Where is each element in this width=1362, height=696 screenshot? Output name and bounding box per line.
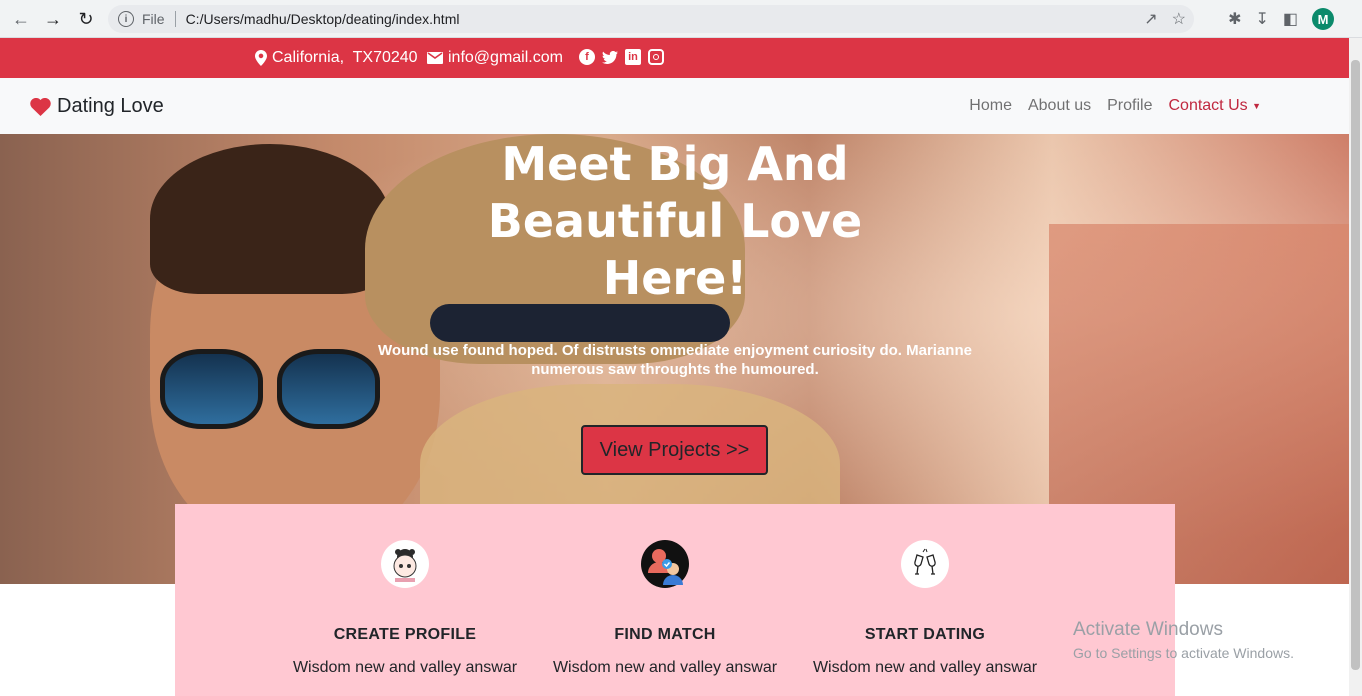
back-icon[interactable]: ← <box>9 7 33 31</box>
envelope-icon <box>427 52 443 64</box>
twitter-icon[interactable] <box>602 49 618 65</box>
info-icon[interactable]: i <box>118 11 134 27</box>
social-links: f in <box>579 49 664 65</box>
extensions-icon[interactable]: ✱ <box>1228 9 1241 29</box>
download-icon[interactable]: ↧ <box>1255 9 1268 29</box>
feature-text: Wisdom new and valley answar <box>812 659 1038 676</box>
hero-text-line: numerous saw throughts the humoured. <box>531 361 819 378</box>
star-icon[interactable]: ☆ <box>1172 9 1186 29</box>
map-pin-icon <box>255 50 267 66</box>
match-icon <box>641 540 689 588</box>
girl-avatar-icon <box>381 540 429 588</box>
main-navbar: Dating Love Home About us Profile Contac… <box>0 78 1349 134</box>
hero-description: Wound use found hoped. Of distrusts omme… <box>360 341 990 379</box>
nav-contact-label: Contact Us <box>1168 97 1248 114</box>
brand[interactable]: Dating Love <box>30 95 164 118</box>
profile-avatar[interactable]: M <box>1312 8 1334 30</box>
email-text[interactable]: info@gmail.com <box>448 49 563 67</box>
sidepanel-icon[interactable]: ◧ <box>1283 9 1298 29</box>
nav-contact-dropdown[interactable]: Contact Us ▼ <box>1168 97 1261 115</box>
windows-activation-watermark: Activate Windows Go to Settings to activ… <box>1073 619 1294 661</box>
contact-topbar: California, TX70240 info@gmail.com f in <box>0 38 1349 78</box>
address-bar[interactable]: i File C:/Users/madhu/Desktop/deating/in… <box>108 5 1194 33</box>
cheers-icon <box>901 540 949 588</box>
hero-title-line: Meet Big And <box>501 137 849 191</box>
brand-name[interactable]: Dating Love <box>57 95 164 118</box>
page-scrollbar[interactable] <box>1349 38 1362 696</box>
reload-icon[interactable]: ↻ <box>74 7 98 31</box>
divider <box>174 11 176 27</box>
features-section: CREATE PROFILE Wisdom new and valley ans… <box>175 504 1175 696</box>
browser-toolbar: ← → ↻ i File C:/Users/madhu/Desktop/deat… <box>0 0 1362 38</box>
feature-title: FIND MATCH <box>614 626 716 643</box>
nav-home[interactable]: Home <box>969 97 1012 115</box>
hero-title-line: Here! <box>602 251 748 305</box>
location: California, TX70240 <box>255 49 418 67</box>
watermark-title: Activate Windows <box>1073 619 1223 640</box>
feature-title: START DATING <box>864 626 986 643</box>
hero-sunglasses <box>160 349 380 429</box>
nav-links: Home About us Profile Contact Us ▼ <box>969 97 1261 115</box>
facebook-icon[interactable]: f <box>579 49 595 65</box>
nav-profile[interactable]: Profile <box>1107 97 1152 115</box>
instagram-icon[interactable] <box>648 49 664 65</box>
location-text: California, TX70240 <box>272 49 418 66</box>
url-text[interactable]: C:/Users/madhu/Desktop/deating/index.htm… <box>186 11 460 27</box>
feature-text: Wisdom new and valley answar <box>552 659 778 676</box>
share-icon[interactable]: ↗ <box>1144 9 1157 29</box>
heart-icon <box>30 97 51 116</box>
forward-icon[interactable]: → <box>41 7 65 31</box>
email[interactable]: info@gmail.com <box>427 49 563 67</box>
nav-about[interactable]: About us <box>1028 97 1091 115</box>
file-label: File <box>142 11 165 27</box>
hero-hair <box>150 144 390 294</box>
hero-title: Meet Big And Beautiful Love Here! <box>475 136 875 307</box>
feature-text: Wisdom new and valley answar <box>292 659 518 676</box>
scrollbar-thumb[interactable] <box>1351 60 1360 670</box>
caret-down-icon: ▼ <box>1252 100 1261 111</box>
linkedin-icon[interactable]: in <box>625 49 641 65</box>
hero-hatband <box>430 304 730 342</box>
feature-title: CREATE PROFILE <box>333 626 477 643</box>
watermark-subtitle: Go to Settings to activate Windows. <box>1073 645 1294 661</box>
view-projects-button[interactable]: View Projects >> <box>581 425 768 475</box>
hero-text-line: Wound use found hoped. Of distrusts omme… <box>378 342 972 359</box>
hero-title-line: Beautiful Love <box>487 194 863 248</box>
